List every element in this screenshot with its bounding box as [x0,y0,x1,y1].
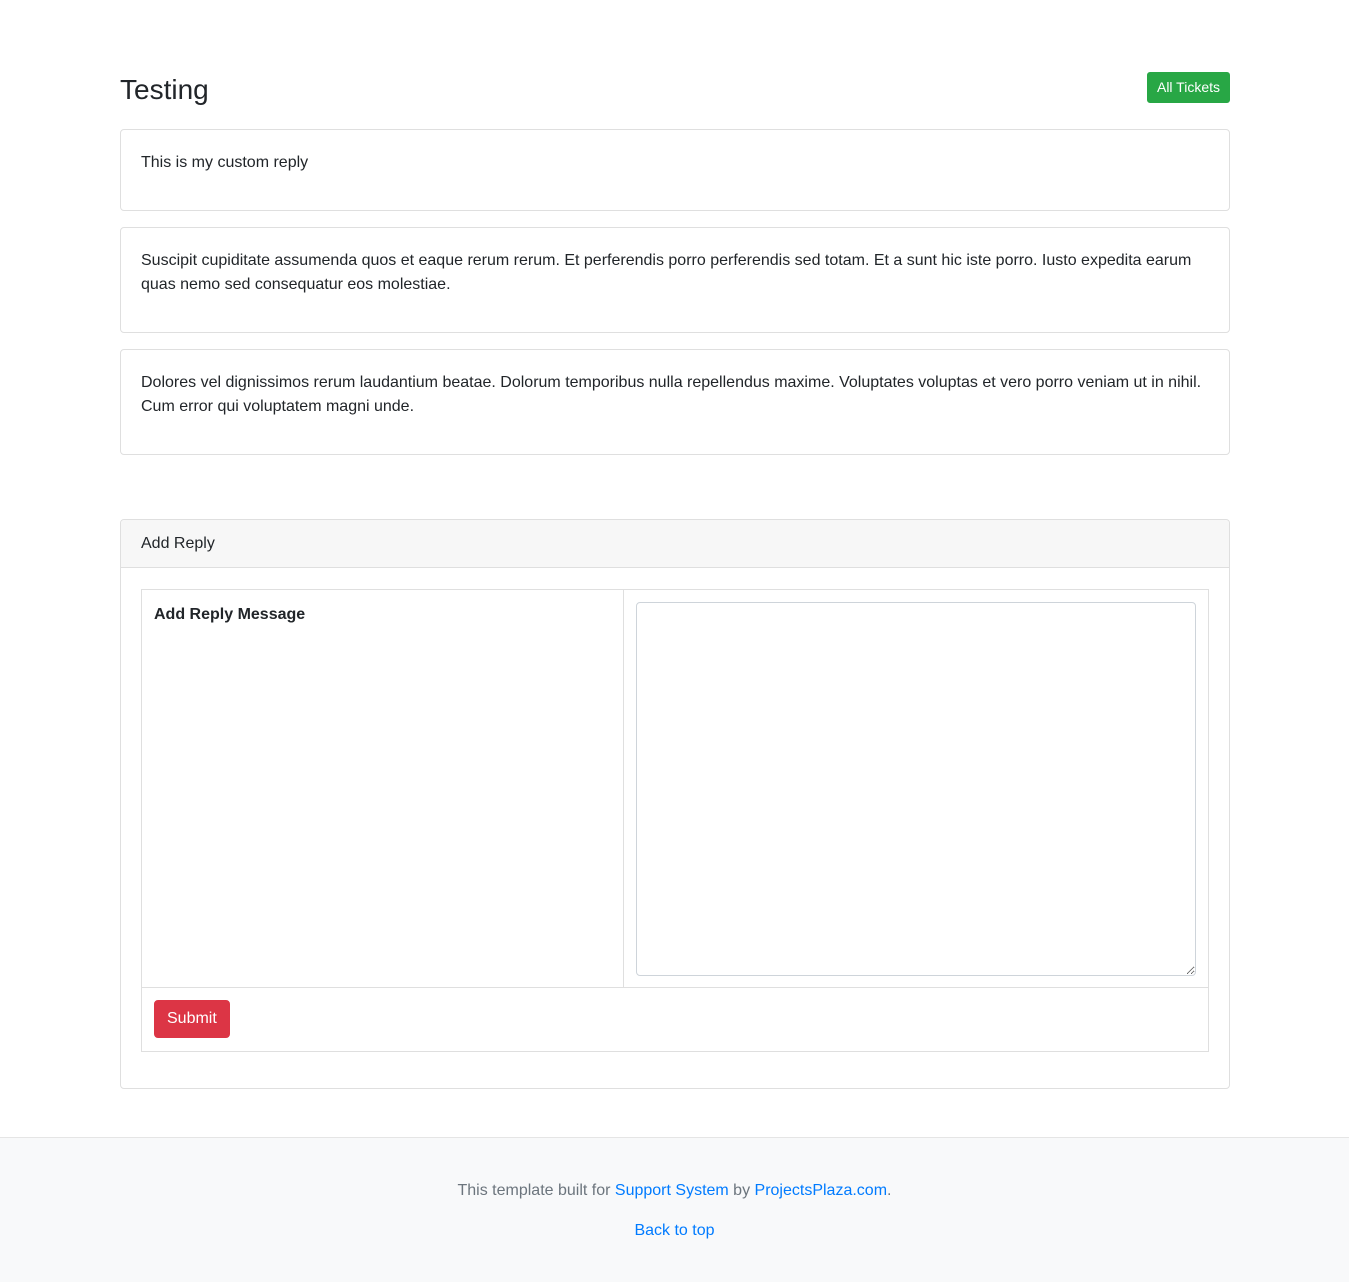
main-container: Testing All Tickets This is my custom re… [120,0,1230,1089]
reply-text: Dolores vel dignissimos rerum laudantium… [141,374,1202,415]
reply-message-textarea[interactable] [636,602,1196,976]
add-reply-card: Add Reply Add Reply Message Submit [120,519,1230,1089]
submit-row: Submit [142,988,1208,1051]
footer-prefix: This template built for [457,1182,615,1199]
footer-middle: by [728,1182,755,1199]
reply-text: Suscipit cupiditate assumenda quos et ea… [141,252,1192,293]
reply-message-label: Add Reply Message [142,590,624,988]
page-footer: This template built for Support System b… [0,1137,1349,1282]
back-to-top-link[interactable]: Back to top [634,1222,714,1239]
projectsplaza-link[interactable]: ProjectsPlaza.com [755,1182,888,1199]
reply-message-cell [624,590,1208,988]
reply-form-table: Add Reply Message Submit [141,589,1209,1052]
reply-card: This is my custom reply [120,129,1230,211]
add-reply-header: Add Reply [121,520,1229,568]
page-header: Testing All Tickets [120,0,1230,129]
footer-suffix: . [887,1182,892,1199]
reply-text: This is my custom reply [141,154,309,171]
submit-button[interactable]: Submit [154,1000,230,1038]
back-to-top-line: Back to top [0,1219,1349,1243]
footer-credit: This template built for Support System b… [0,1179,1349,1203]
page-title: Testing [120,74,209,105]
all-tickets-button[interactable]: All Tickets [1146,72,1230,103]
support-system-link[interactable]: Support System [615,1182,729,1199]
reply-card: Dolores vel dignissimos rerum laudantium… [120,349,1230,455]
reply-card: Suscipit cupiditate assumenda quos et ea… [120,227,1230,333]
